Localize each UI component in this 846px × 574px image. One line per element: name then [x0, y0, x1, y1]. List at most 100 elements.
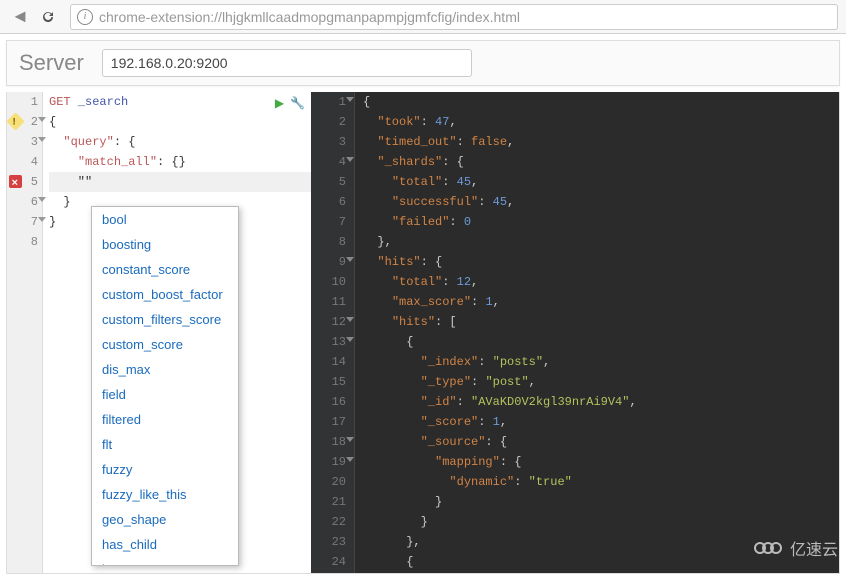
line-number: 14 — [311, 352, 346, 372]
autocomplete-item[interactable]: geo_shape — [92, 507, 238, 532]
code-line: "total": 45, — [363, 172, 839, 192]
line-number: 3 — [311, 132, 346, 152]
code-line: { — [363, 332, 839, 352]
reload-button[interactable] — [36, 5, 60, 29]
line-number: 13 — [311, 332, 346, 352]
autocomplete-popup: boolboostingconstant_scorecustom_boost_f… — [91, 206, 239, 566]
code-line[interactable]: GET _search — [49, 92, 311, 112]
line-number: 16 — [311, 392, 346, 412]
fold-icon[interactable] — [346, 437, 354, 442]
code-line: "took": 47, — [363, 112, 839, 132]
line-number: 1 — [311, 92, 346, 112]
code-line: "dynamic": "true" — [363, 472, 839, 492]
code-line: "_type": "post", — [363, 372, 839, 392]
autocomplete-item[interactable]: has_parent — [92, 557, 238, 566]
line-number: 7 — [311, 212, 346, 232]
code-line: { — [363, 92, 839, 112]
line-number: 2 — [311, 112, 346, 132]
code-line: "_id": "AVaKD0V2kgl39nrAi9V4", — [363, 392, 839, 412]
autocomplete-item[interactable]: custom_filters_score — [92, 307, 238, 332]
url-text: chrome-extension://lhjgkmllcaadmopgmanpa… — [99, 9, 520, 25]
server-input[interactable] — [102, 49, 472, 77]
fold-icon[interactable] — [346, 457, 354, 462]
request-gutter: 12345678 — [7, 92, 43, 573]
code-line[interactable]: { — [49, 112, 311, 132]
server-label: Server — [19, 50, 84, 76]
autocomplete-item[interactable]: fuzzy — [92, 457, 238, 482]
run-button[interactable]: ▶ — [275, 94, 284, 114]
response-gutter: 123456789101112131415161718192021222324 — [311, 92, 355, 573]
fold-icon[interactable] — [346, 157, 354, 162]
code-line[interactable]: "" — [49, 172, 311, 192]
line-number: 6 — [311, 192, 346, 212]
warn-icon — [6, 112, 24, 130]
line-number: 5 — [7, 172, 38, 192]
code-line: "_shards": { — [363, 152, 839, 172]
line-number: 23 — [311, 532, 346, 552]
line-number: 8 — [7, 232, 38, 252]
autocomplete-item[interactable]: custom_boost_factor — [92, 282, 238, 307]
autocomplete-item[interactable]: filtered — [92, 407, 238, 432]
err-icon — [9, 175, 22, 188]
fold-icon[interactable] — [346, 257, 354, 262]
watermark-text: 亿速云 — [790, 536, 838, 560]
line-number: 4 — [311, 152, 346, 172]
code-line: "max_score": 1, — [363, 292, 839, 312]
code-line: "hits": { — [363, 252, 839, 272]
code-line: "hits": [ — [363, 312, 839, 332]
code-line: "successful": 45, — [363, 192, 839, 212]
autocomplete-item[interactable]: constant_score — [92, 257, 238, 282]
line-number: 21 — [311, 492, 346, 512]
line-number: 20 — [311, 472, 346, 492]
line-number: 18 — [311, 432, 346, 452]
autocomplete-item[interactable]: bool — [92, 207, 238, 232]
fold-icon[interactable] — [346, 337, 354, 342]
line-number: 3 — [7, 132, 38, 152]
line-number: 1 — [7, 92, 38, 112]
code-line: "failed": 0 — [363, 212, 839, 232]
code-line[interactable]: "match_all": {} — [49, 152, 311, 172]
code-line: "_index": "posts", — [363, 352, 839, 372]
watermark: 亿速云 — [754, 536, 838, 560]
info-icon: i — [77, 9, 93, 25]
code-line[interactable]: "query": { — [49, 132, 311, 152]
code-line: "_source": { — [363, 432, 839, 452]
autocomplete-item[interactable]: flt — [92, 432, 238, 457]
code-line: "timed_out": false, — [363, 132, 839, 152]
nav-back-button[interactable]: ◄ — [8, 5, 32, 29]
response-viewer[interactable]: { "took": 47, "timed_out": false, "_shar… — [355, 92, 839, 573]
browser-toolbar: ◄ i chrome-extension://lhjgkmllcaadmopgm… — [0, 0, 846, 34]
request-pane: 12345678 ▶ 🔧 GET _search{ "query": { "ma… — [7, 92, 311, 573]
line-number: 9 — [311, 252, 346, 272]
line-number: 7 — [7, 212, 38, 232]
fold-icon[interactable] — [346, 317, 354, 322]
autocomplete-item[interactable]: boosting — [92, 232, 238, 257]
server-row: Server — [6, 40, 840, 86]
line-number: 11 — [311, 292, 346, 312]
autocomplete-item[interactable]: custom_score — [92, 332, 238, 357]
line-number: 5 — [311, 172, 346, 192]
autocomplete-item[interactable]: has_child — [92, 532, 238, 557]
code-line: "total": 12, — [363, 272, 839, 292]
code-line: }, — [363, 232, 839, 252]
line-number: 12 — [311, 312, 346, 332]
autocomplete-item[interactable]: field — [92, 382, 238, 407]
line-number: 19 — [311, 452, 346, 472]
line-number: 17 — [311, 412, 346, 432]
code-line: } — [363, 512, 839, 532]
autocomplete-item[interactable]: fuzzy_like_this — [92, 482, 238, 507]
tools-button[interactable]: 🔧 — [290, 94, 305, 114]
line-number: 22 — [311, 512, 346, 532]
line-number: 2 — [7, 112, 38, 132]
code-line: } — [363, 492, 839, 512]
line-number: 4 — [7, 152, 38, 172]
line-number: 15 — [311, 372, 346, 392]
cloud-icon — [754, 538, 784, 558]
line-number: 24 — [311, 552, 346, 572]
line-number: 8 — [311, 232, 346, 252]
response-pane: 123456789101112131415161718192021222324 … — [311, 92, 839, 573]
fold-icon[interactable] — [346, 97, 354, 102]
editor-actions: ▶ 🔧 — [275, 94, 305, 114]
url-bar[interactable]: i chrome-extension://lhjgkmllcaadmopgman… — [70, 4, 838, 30]
autocomplete-item[interactable]: dis_max — [92, 357, 238, 382]
